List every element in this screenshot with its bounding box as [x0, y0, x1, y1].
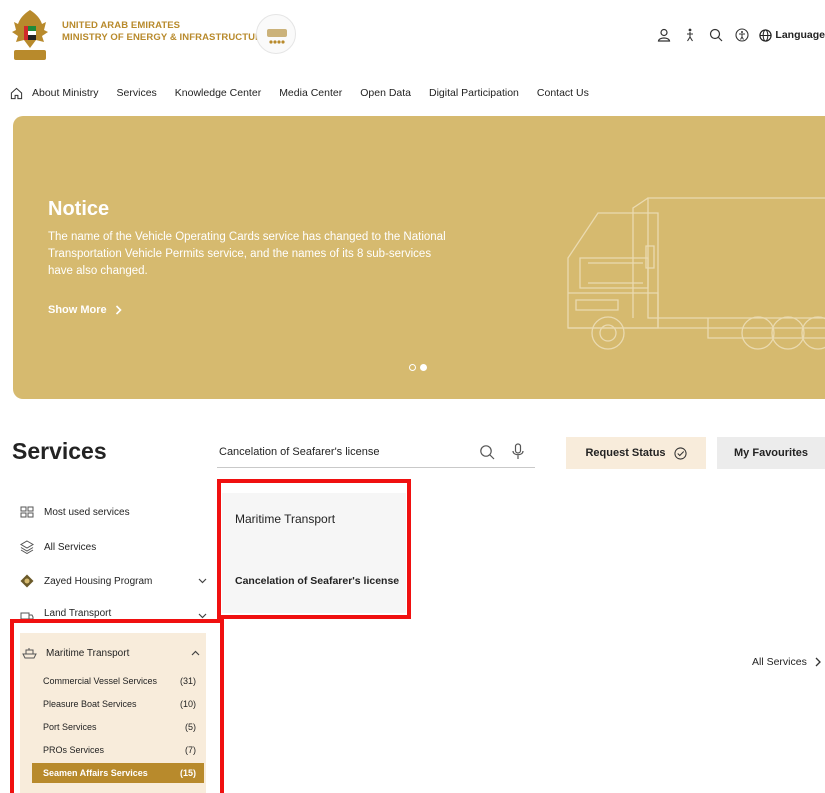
sidebar-item-most-used[interactable]: Most used services	[20, 502, 210, 522]
grid-icon	[20, 504, 44, 520]
search-icon[interactable]	[479, 444, 495, 460]
sidebar-item-all-services[interactable]: All Services	[20, 537, 210, 557]
language-switcher[interactable]: Language	[759, 28, 825, 42]
layers-icon	[20, 539, 44, 555]
services-heading: Services	[12, 438, 107, 464]
check-circle-icon	[673, 446, 687, 460]
chevron-right-icon	[115, 305, 122, 315]
header-toolbar: Language	[651, 26, 825, 44]
request-status-button[interactable]: Request Status	[566, 437, 706, 469]
nav-media-center[interactable]: Media Center	[279, 87, 342, 99]
banner-text: The name of the Vehicle Operating Cards …	[48, 231, 446, 277]
highlight-frame-sidebar	[10, 619, 224, 793]
service-search-box	[217, 436, 535, 468]
notice-banner: Notice The name of the Vehicle Operating…	[13, 116, 825, 399]
highlight-frame-result	[217, 479, 411, 619]
home-icon[interactable]	[10, 85, 32, 101]
accessibility-circle-icon[interactable]	[729, 26, 755, 44]
user-icon[interactable]	[651, 26, 677, 44]
nav-services[interactable]: Services	[117, 87, 157, 99]
sidebar-item-label: Most used services	[44, 506, 130, 518]
ministry-line-1: UNITED ARAB EMIRATES	[62, 20, 181, 31]
all-services-label: All Services	[752, 656, 807, 668]
globe-icon	[759, 28, 773, 42]
ministry-line-2: MINISTRY OF ENERGY & INFRASTRUCTURE	[62, 32, 269, 43]
banner-title: Notice	[48, 198, 110, 220]
accessibility-icon[interactable]	[677, 26, 703, 44]
rank-badge-icon	[267, 29, 287, 44]
language-label: Language	[775, 29, 825, 41]
site-header: UNITED ARAB EMIRATES MINISTRY OF ENERGY …	[0, 0, 825, 72]
sidebar-item-zayed-housing[interactable]: Zayed Housing Program	[20, 571, 210, 591]
sidebar-item-label: Zayed Housing Program	[44, 575, 153, 587]
carousel-dot-2[interactable]	[420, 364, 427, 371]
chevron-right-icon	[815, 657, 821, 667]
show-more-link[interactable]: Show More	[48, 304, 122, 316]
nav-open-data[interactable]: Open Data	[360, 87, 411, 99]
nav-digital-participation[interactable]: Digital Participation	[429, 87, 519, 99]
search-icon[interactable]	[703, 26, 729, 44]
show-more-label: Show More	[48, 304, 107, 316]
uae-emblem-logo[interactable]	[10, 8, 50, 64]
nav-about-ministry[interactable]: About Ministry	[32, 87, 99, 99]
service-search-input[interactable]	[219, 442, 469, 462]
carousel-dots	[409, 364, 427, 371]
ministry-name[interactable]: UNITED ARAB EMIRATES MINISTRY OF ENERGY …	[62, 20, 269, 44]
my-favourites-button[interactable]: My Favourites	[717, 437, 825, 469]
request-status-label: Request Status	[585, 447, 666, 459]
sidebar-item-label: All Services	[44, 541, 97, 553]
nav-knowledge-center[interactable]: Knowledge Center	[175, 87, 261, 99]
government-rank-badge	[256, 14, 296, 54]
microphone-icon[interactable]	[511, 443, 525, 460]
sidebar-item-label: Land Transport	[44, 608, 112, 619]
nav-contact-us[interactable]: Contact Us	[537, 87, 589, 99]
main-navigation: About Ministry Services Knowledge Center…	[10, 84, 607, 102]
all-services-link[interactable]: All Services	[752, 656, 821, 668]
zayed-icon	[20, 573, 44, 589]
truck-illustration	[567, 197, 825, 350]
carousel-dot-1[interactable]	[409, 364, 416, 371]
chevron-down-icon[interactable]	[194, 573, 210, 589]
